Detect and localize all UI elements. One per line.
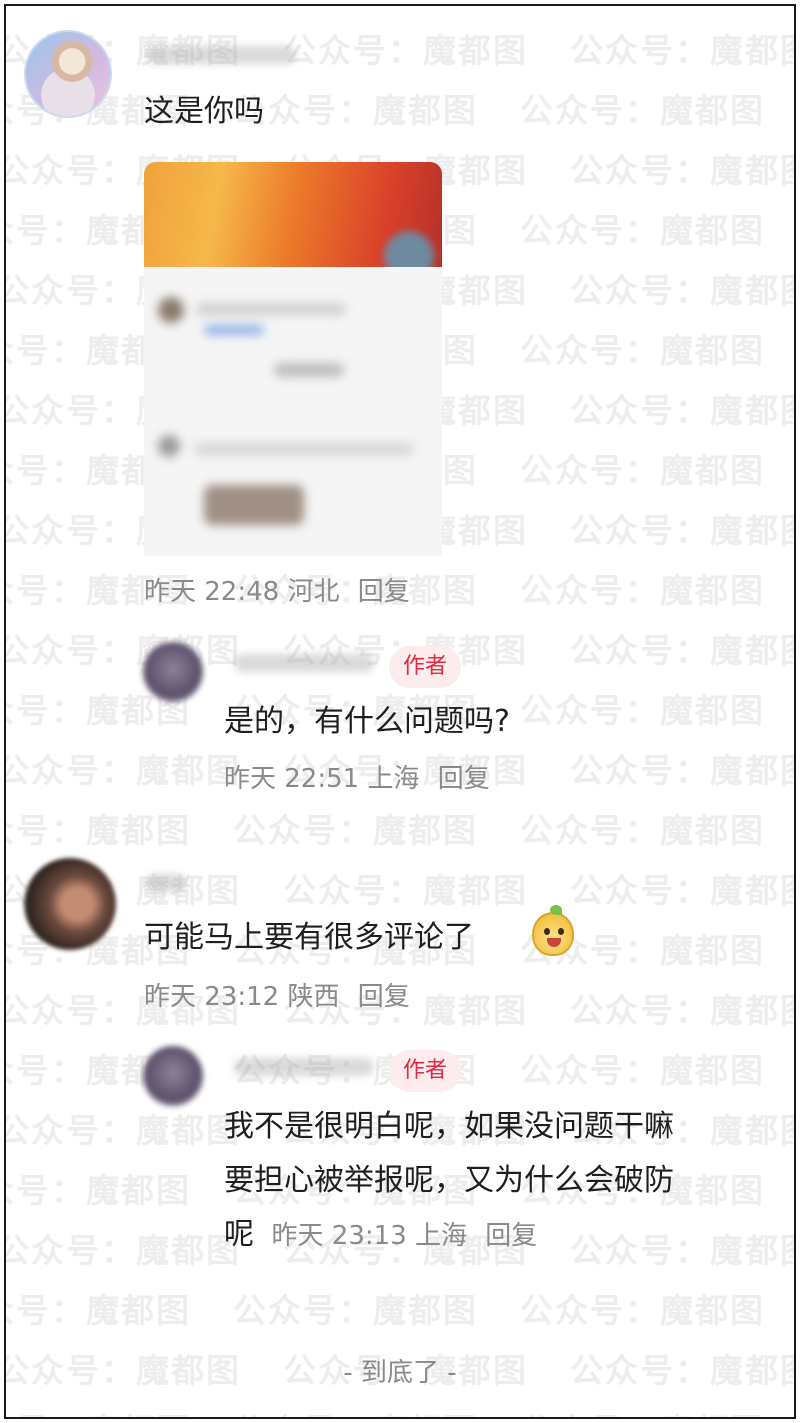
comment-location: 陕西 <box>287 982 340 1012</box>
smiley-emoji-icon <box>532 905 574 956</box>
comment-location: 河北 <box>287 577 340 607</box>
comment-text: 这是你吗 <box>144 94 264 129</box>
comment-text: 我不是很明白呢，如果没问题干嘛 要担心被举报呢，又为什么会破防 呢 昨天 23:… <box>224 1100 674 1263</box>
comment-location: 上海 <box>367 764 420 794</box>
comment-location: 上海 <box>415 1221 468 1251</box>
comment-thread: 这是你吗 昨天 22:48 河北 回复 作者 是的，有什么问题吗? 昨天 22:… <box>6 6 794 1417</box>
reply-button[interactable]: 回复 <box>438 764 490 794</box>
comment-time: 昨天 23:13 <box>271 1221 407 1251</box>
username-blurred[interactable] <box>146 46 296 64</box>
comment-time: 昨天 23:12 <box>144 982 280 1012</box>
comment-time: 昨天 22:51 <box>224 764 360 794</box>
reply-button[interactable]: 回复 <box>358 982 410 1012</box>
end-of-list-text: - 到底了 - <box>343 1358 457 1388</box>
image-header-art <box>144 162 442 267</box>
avatar[interactable] <box>24 858 116 950</box>
comment-text: 可能马上要有很多评论了 <box>144 920 474 955</box>
comment-text-tail: 呢 <box>224 1217 254 1252</box>
username-blurred[interactable] <box>234 654 374 672</box>
username-blurred[interactable] <box>234 1058 374 1076</box>
reply-button[interactable]: 回复 <box>485 1221 537 1251</box>
comment-meta: 昨天 22:48 河北 回复 <box>144 571 410 608</box>
author-badge: 作者 <box>389 646 462 688</box>
screenshot-frame: 公众号：魔都图公众号：魔都图公众号：魔都图公众号：魔都图公众号：魔都图公众号：魔… <box>4 4 796 1419</box>
username-blurred[interactable] <box>146 874 186 892</box>
comment-text-line: 要担心被举报呢，又为什么会破防 <box>224 1163 674 1198</box>
comment-image[interactable] <box>144 162 442 556</box>
comment-meta: 昨天 22:51 上海 回复 <box>224 758 490 795</box>
comment-text-line: 我不是很明白呢，如果没问题干嘛 <box>224 1109 674 1144</box>
comment-meta: 昨天 23:13 上海 回复 <box>272 1221 538 1251</box>
avatar[interactable] <box>143 1046 203 1106</box>
comment-text: 是的，有什么问题吗? <box>224 704 510 739</box>
avatar[interactable] <box>24 30 112 118</box>
comment-meta: 昨天 23:12 陕西 回复 <box>144 976 410 1013</box>
author-badge: 作者 <box>389 1050 462 1092</box>
reply-button[interactable]: 回复 <box>358 577 410 607</box>
comment-text-line: 呢 昨天 23:13 上海 回复 <box>224 1208 674 1263</box>
comment-time: 昨天 22:48 <box>144 577 280 607</box>
avatar[interactable] <box>143 642 203 702</box>
image-blurred-body <box>144 267 442 556</box>
